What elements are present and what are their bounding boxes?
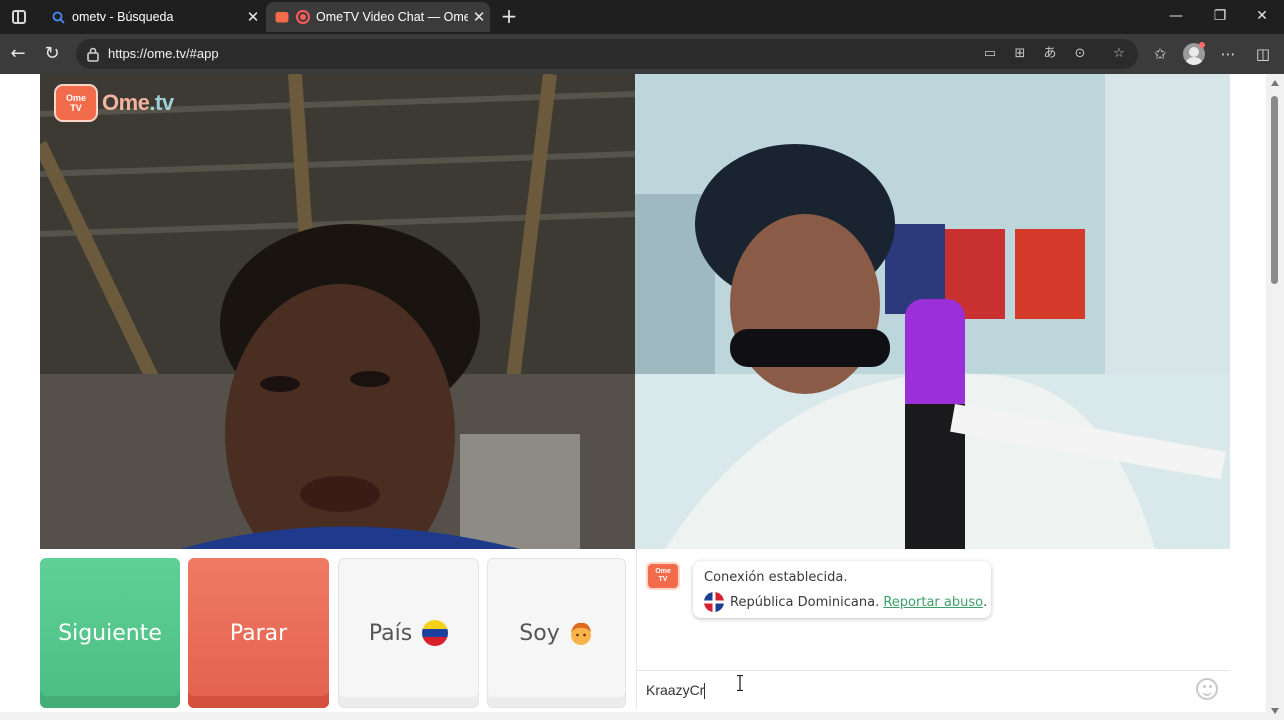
country-button-label: País bbox=[368, 620, 413, 646]
logo-tv-bottom: TV bbox=[70, 103, 82, 113]
scroll-thumb[interactable] bbox=[1271, 96, 1278, 284]
tab-title: ometv - Búsqueda bbox=[72, 10, 174, 24]
chat-logo-bottom: TV bbox=[658, 576, 668, 583]
logo-wordmark: Ome.tv bbox=[102, 90, 174, 116]
sidebar-icon[interactable]: ◫ bbox=[1251, 42, 1275, 66]
chat-input[interactable]: KraazyCr bbox=[646, 682, 706, 700]
page-bottom-strip bbox=[0, 712, 1266, 720]
reload-button[interactable]: ↻ bbox=[40, 42, 64, 66]
new-tab-button[interactable]: + bbox=[498, 5, 520, 27]
url-text: https://ome.tv/#app bbox=[108, 46, 219, 61]
gender-button[interactable]: Soy bbox=[487, 558, 626, 708]
next-button-label: Siguiente bbox=[58, 620, 162, 646]
ometv-favicon bbox=[274, 9, 290, 25]
logo-tv-top: Ome bbox=[65, 93, 86, 103]
system-message: Conexión establecida. República Dominica… bbox=[693, 561, 991, 618]
tab-ometv-search[interactable]: ometv - Búsqueda ✕ bbox=[42, 2, 264, 32]
profile-badge bbox=[1199, 42, 1205, 48]
search-icon bbox=[50, 9, 66, 25]
reader-icon[interactable]: ⊙ bbox=[1070, 44, 1090, 64]
country-line: República Dominicana. Reportar abuso. bbox=[704, 592, 987, 612]
favorite-star-icon[interactable]: ☆ bbox=[1109, 44, 1129, 64]
local-video bbox=[40, 74, 635, 549]
minimize-button[interactable]: — bbox=[1154, 0, 1198, 32]
logo-name-a: Ome bbox=[102, 90, 150, 115]
ometv-logo: Ome TV Ome.tv bbox=[54, 82, 174, 124]
boy-emoji-icon bbox=[568, 620, 594, 646]
address-bar[interactable]: https://ome.tv/#app ▭ ⊞ あ ⊙ ☆ bbox=[76, 39, 1138, 69]
ometv-chat-avatar-icon: Ome TV bbox=[646, 562, 680, 590]
country-button[interactable]: País bbox=[338, 558, 479, 708]
translate-icon[interactable]: あ bbox=[1040, 44, 1060, 64]
restore-button[interactable]: ❐ bbox=[1198, 0, 1242, 32]
camera-icon[interactable]: ▭ bbox=[980, 44, 1000, 64]
lock-icon bbox=[87, 47, 99, 62]
stop-button-label: Parar bbox=[229, 620, 288, 646]
gender-button-label: Soy bbox=[519, 620, 560, 646]
close-tab-icon[interactable]: ✕ bbox=[242, 8, 264, 26]
chat-logo-top: Ome bbox=[655, 568, 671, 575]
tab-ometv-chat[interactable]: OmeTV Video Chat — Omegle ✕ bbox=[266, 2, 490, 32]
stop-button[interactable]: Parar bbox=[188, 558, 329, 708]
chat-input-divider bbox=[636, 670, 1230, 671]
venezuela-flag-icon bbox=[422, 620, 449, 646]
browser-tab-strip: ometv - Búsqueda ✕ OmeTV Video Chat — Om… bbox=[0, 0, 1284, 34]
ibeam-cursor-icon bbox=[737, 675, 743, 691]
country-name: República Dominicana. bbox=[730, 594, 880, 610]
emoji-picker-icon[interactable] bbox=[1196, 678, 1218, 700]
back-button[interactable]: ← bbox=[6, 42, 30, 66]
scroll-up-icon[interactable] bbox=[1271, 80, 1279, 86]
tab-actions-icon[interactable] bbox=[6, 5, 32, 29]
logo-name-b: .tv bbox=[149, 90, 174, 115]
ometv-tv-icon: Ome TV bbox=[54, 84, 98, 122]
browser-toolbar: ← ↻ https://ome.tv/#app ▭ ⊞ あ ⊙ ☆ ✩ ⋯ ◫ bbox=[0, 34, 1284, 74]
chat-input-value: KraazyCr bbox=[646, 682, 705, 698]
report-suffix: . bbox=[983, 594, 988, 610]
close-window-button[interactable]: ✕ bbox=[1240, 0, 1284, 32]
dominican-republic-flag-icon bbox=[704, 592, 724, 612]
tab-title: OmeTV Video Chat — Omegle bbox=[316, 10, 468, 24]
remote-video bbox=[635, 74, 1230, 549]
apps-icon[interactable]: ⊞ bbox=[1010, 44, 1030, 64]
close-tab-icon[interactable]: ✕ bbox=[468, 8, 490, 26]
report-abuse-link[interactable]: Reportar abuso bbox=[883, 595, 983, 610]
connection-message: Conexión establecida. bbox=[704, 570, 848, 585]
favorites-icon[interactable]: ✩ bbox=[1148, 42, 1172, 66]
page-scrollbar[interactable] bbox=[1266, 74, 1284, 720]
scroll-down-icon[interactable] bbox=[1271, 708, 1279, 714]
next-button[interactable]: Siguiente bbox=[40, 558, 180, 708]
recording-icon bbox=[296, 10, 310, 24]
more-menu-icon[interactable]: ⋯ bbox=[1216, 42, 1240, 66]
text-caret bbox=[704, 683, 706, 700]
